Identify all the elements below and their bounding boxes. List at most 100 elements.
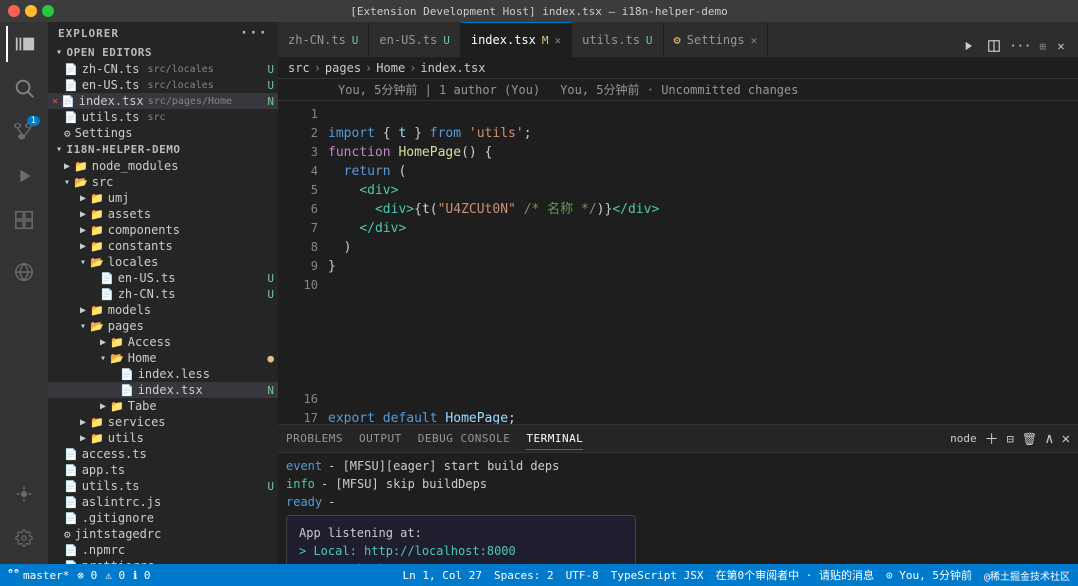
- community-status[interactable]: @稀土掘金技术社区: [984, 568, 1070, 583]
- file-icon: 📄: [64, 111, 78, 124]
- folder-pages[interactable]: ▾ 📂 pages: [48, 318, 278, 334]
- open-file-settings[interactable]: ⚙ Settings: [48, 125, 278, 141]
- info-status[interactable]: ℹ 0: [133, 569, 150, 582]
- file-npmrc[interactable]: 📄 .npmrc: [48, 542, 278, 558]
- warning-status[interactable]: ⚠ 0: [105, 569, 125, 582]
- kill-terminal-btn[interactable]: 🗑: [1022, 432, 1037, 446]
- folder-access[interactable]: ▶ 📁 Access: [48, 334, 278, 350]
- git-branch-status[interactable]: master*: [8, 569, 69, 582]
- folder-icon: 📁: [110, 336, 124, 349]
- file-icon: 📄: [64, 512, 78, 525]
- author-status[interactable]: ⊙ You, 5分钟前: [886, 567, 972, 583]
- editor[interactable]: You, 5分钟前 | 1 author (You) You, 5分钟前 · U…: [278, 79, 1078, 424]
- activity-run[interactable]: [6, 158, 42, 194]
- error-status[interactable]: ⊗ 0: [77, 569, 97, 582]
- breadcrumb-src[interactable]: src: [288, 61, 310, 75]
- breadcrumb-pages[interactable]: pages: [325, 61, 361, 75]
- tab-zh-cn[interactable]: zh-CN.ts U: [278, 22, 369, 57]
- folder-node-modules[interactable]: ▶ 📁 node_modules: [48, 158, 278, 174]
- folder-models[interactable]: ▶ 📁 models: [48, 302, 278, 318]
- minimize-button[interactable]: [25, 5, 37, 17]
- activity-i18n[interactable]: [6, 254, 42, 290]
- open-file-en-us[interactable]: 📄 en-US.ts src/locales U: [48, 77, 278, 93]
- tab-debug-console[interactable]: DEBUG CONSOLE: [418, 428, 511, 449]
- folder-icon: 📁: [110, 400, 124, 413]
- open-file-utils[interactable]: 📄 utils.ts src: [48, 109, 278, 125]
- activity-source-control[interactable]: 1: [6, 114, 42, 150]
- project-chevron: ▾: [56, 144, 63, 155]
- spaces-status[interactable]: Spaces: 2: [494, 569, 554, 582]
- file-zh-cn-ts[interactable]: 📄 zh-CN.ts U: [48, 286, 278, 302]
- close-file-icon[interactable]: ✕: [52, 96, 58, 107]
- tab-bar: zh-CN.ts U en-US.ts U index.tsx M ✕ util…: [278, 22, 1078, 57]
- activity-explorer[interactable]: [6, 26, 42, 62]
- editor-toolbar: ··· ⊞ ✕: [951, 35, 1078, 57]
- close-panel-btn[interactable]: ✕: [1062, 431, 1070, 447]
- open-file-zh-cn[interactable]: 📄 zh-CN.ts src/locales U: [48, 61, 278, 77]
- folder-components[interactable]: ▶ 📁 components: [48, 222, 278, 238]
- file-index-less[interactable]: 📄 index.less: [48, 366, 278, 382]
- file-access-ts[interactable]: 📄 access.ts: [48, 446, 278, 462]
- open-file-index-tsx[interactable]: ✕ 📄 index.tsx src/pages/Home N: [48, 93, 278, 109]
- split-editor-btn[interactable]: [983, 35, 1005, 57]
- breadcrumb-file[interactable]: index.tsx: [420, 61, 485, 75]
- file-icon: 📄: [64, 496, 78, 509]
- tab-output[interactable]: OUTPUT: [359, 428, 402, 449]
- folder-umj[interactable]: ▶ 📁 umj: [48, 190, 278, 206]
- file-icon: 📄: [64, 544, 78, 557]
- folder-home[interactable]: ▾ 📂 Home ●: [48, 350, 278, 366]
- activity-settings[interactable]: [6, 520, 42, 556]
- activity-extensions[interactable]: [6, 202, 42, 238]
- file-utils-ts[interactable]: 📄 utils.ts U: [48, 478, 278, 494]
- breadcrumb: src › pages › Home › index.tsx: [278, 57, 1078, 79]
- file-app-ts[interactable]: 📄 app.ts: [48, 462, 278, 478]
- activity-search[interactable]: [6, 70, 42, 106]
- folder-icon: 📁: [90, 240, 104, 253]
- tab-problems[interactable]: PROBLEMS: [286, 428, 343, 449]
- open-editors-section[interactable]: ▾ OPEN EDITORS: [48, 44, 278, 61]
- file-icon-tsx: 📄: [120, 384, 134, 397]
- run-toolbar-btn[interactable]: [957, 35, 979, 57]
- file-index-tsx-tree[interactable]: 📄 index.tsx N: [48, 382, 278, 398]
- tab-terminal[interactable]: TERMINAL: [526, 428, 583, 450]
- cursor-position-status[interactable]: Ln 1, Col 27: [403, 569, 482, 582]
- folder-locales[interactable]: ▾ 📂 locales: [48, 254, 278, 270]
- panel-tabs: PROBLEMS OUTPUT DEBUG CONSOLE TERMINAL n…: [278, 425, 1078, 453]
- file-jintstagedrc[interactable]: ⚙ jintstagedrc: [48, 526, 278, 542]
- folder-open-icon: 📂: [90, 256, 104, 269]
- file-gitignore[interactable]: 📄 .gitignore: [48, 510, 278, 526]
- title-bar: [Extension Development Host] index.tsx —…: [0, 0, 1078, 22]
- folder-utils[interactable]: ▶ 📁 utils: [48, 430, 278, 446]
- tab-settings-close-icon[interactable]: ✕: [751, 34, 758, 47]
- status-bar: master* ⊗ 0 ⚠ 0 ℹ 0 Ln 1, Col 27 Spaces:…: [0, 564, 1078, 586]
- breadcrumb-home[interactable]: Home: [376, 61, 405, 75]
- folder-table[interactable]: ▶ 📁 Tabe: [48, 398, 278, 414]
- file-aslintrc[interactable]: 📄 aslintrc.js: [48, 494, 278, 510]
- tab-utils-ts[interactable]: utils.ts U: [572, 22, 663, 57]
- language-status[interactable]: TypeScript JSX: [611, 569, 704, 582]
- folder-src[interactable]: ▾ 📂 src: [48, 174, 278, 190]
- folder-assets[interactable]: ▶ 📁 assets: [48, 206, 278, 222]
- tab-close-icon[interactable]: ✕: [555, 34, 562, 47]
- new-terminal-btn[interactable]: ＋: [985, 429, 999, 449]
- tab-en-us[interactable]: en-US.ts U: [369, 22, 460, 57]
- folder-constants[interactable]: ▶ 📁 constants: [48, 238, 278, 254]
- terminal-line-info: info - [MFSU] skip buildDeps: [286, 475, 1070, 493]
- tab-index-tsx[interactable]: index.tsx M ✕: [461, 22, 572, 57]
- activity-remote[interactable]: [6, 476, 42, 512]
- folder-services[interactable]: ▶ 📁 services: [48, 414, 278, 430]
- close-editors-btn[interactable]: ✕: [1050, 35, 1072, 57]
- encoding-status[interactable]: UTF-8: [566, 569, 599, 582]
- more-actions-btn[interactable]: ···: [1009, 35, 1031, 57]
- split-terminal-btn[interactable]: ⊟: [1007, 432, 1014, 446]
- maximize-panel-btn[interactable]: ∧: [1045, 431, 1053, 447]
- git-changes-status[interactable]: 在第0个审阅者中 · 请贴的消息: [715, 567, 874, 583]
- tab-settings[interactable]: ⚙ Settings ✕: [664, 22, 769, 57]
- panel-content[interactable]: event - [MFSU][eager] start build deps i…: [278, 453, 1078, 564]
- fullscreen-button[interactable]: [42, 5, 54, 17]
- project-section[interactable]: ▾ I18N-HELPER-DEMO: [48, 141, 278, 158]
- file-icon: 📄: [100, 272, 114, 285]
- close-button[interactable]: [8, 5, 20, 17]
- sidebar-more-icon[interactable]: ···: [240, 25, 268, 41]
- file-en-us-ts[interactable]: 📄 en-US.ts U: [48, 270, 278, 286]
